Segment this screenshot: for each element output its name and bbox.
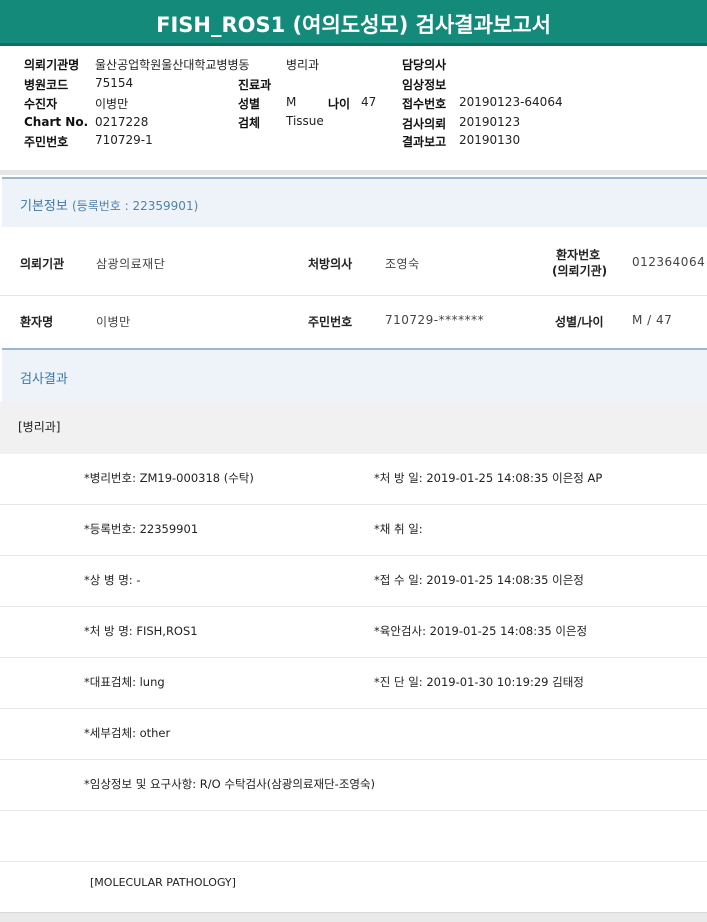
report-label: 결과보고 bbox=[402, 135, 447, 149]
sexage-value: M / 47 bbox=[632, 313, 673, 327]
hosp-code-value: 75154 bbox=[95, 76, 134, 90]
molecular-pathology-label: [MOLECULAR PATHOLOGY] bbox=[90, 876, 236, 889]
dept-label: 진료과 bbox=[238, 78, 272, 92]
chart-value: 0217228 bbox=[95, 115, 149, 129]
basic-info-header: 기본정보 (등록번호 : 22359901) bbox=[2, 177, 707, 227]
result-left: *병리번호: ZM19-000318 (수탁) bbox=[84, 471, 254, 485]
pid-sublabel: (의뢰기관) bbox=[552, 264, 608, 278]
collector-value: 이병만 bbox=[95, 97, 129, 111]
sexage-label: 성별/나이 bbox=[555, 315, 604, 329]
result-left: *등록번호: 22359901 bbox=[84, 522, 199, 536]
req-inst-label: 의뢰기관명 bbox=[24, 58, 80, 72]
inst-value: 삼광의료재단 bbox=[96, 257, 166, 271]
sex-value: M bbox=[286, 95, 297, 109]
req-inst-value: 울산공업학원울산대학교병병동 bbox=[95, 58, 250, 72]
presc-label: 처방의사 bbox=[308, 257, 353, 271]
results-dept-label: [병리과] bbox=[18, 420, 61, 434]
chart-label: Chart No. bbox=[24, 115, 89, 129]
req-date-value: 20190123 bbox=[459, 115, 521, 129]
result-right: *진 단 일: 2019-01-30 10:19:29 김태정 bbox=[374, 675, 584, 689]
presc-value: 조영숙 bbox=[385, 257, 420, 271]
result-left: *세부검체: other bbox=[84, 726, 171, 740]
receipt-label: 접수번호 bbox=[402, 97, 447, 111]
result-row: *세부검체: other bbox=[0, 709, 707, 760]
inst-label: 의뢰기관 bbox=[20, 257, 65, 271]
result-row: *처 방 명: FISH,ROS1 *육안검사: 2019-01-25 14:0… bbox=[0, 607, 707, 658]
report-value: 20190130 bbox=[459, 133, 521, 147]
receipt-value: 20190123-64064 bbox=[459, 95, 563, 109]
result-left: *임상정보 및 요구사항: R/O 수탁검사(삼광의료재단-조영숙) bbox=[84, 777, 376, 791]
rrn-label: 주민번호 bbox=[24, 135, 69, 149]
doctor-label: 담당의사 bbox=[402, 58, 447, 72]
age-label: 나이 bbox=[328, 97, 351, 111]
result-left: *대표검체: lung bbox=[84, 675, 165, 689]
specimen-value: Tissue bbox=[286, 114, 324, 128]
header-info: 의뢰기관명 울산공업학원울산대학교병병동 병리과 담당의사 병원코드 75154… bbox=[0, 52, 707, 172]
results-header: 검사결과 bbox=[2, 348, 707, 402]
report-title: FISH_ROS1 (여의도성모) 검사결과보고서 bbox=[0, 0, 707, 46]
basic-info-title: 기본정보 (등록번호 : 22359901) bbox=[20, 195, 198, 214]
result-right: *접 수 일: 2019-01-25 14:08:35 이은정 bbox=[374, 573, 584, 587]
result-row bbox=[0, 811, 707, 862]
result-row: *임상정보 및 요구사항: R/O 수탁검사(삼광의료재단-조영숙) bbox=[0, 760, 707, 811]
result-right: *채 취 일: bbox=[374, 522, 423, 536]
clinical-label: 임상정보 bbox=[402, 78, 447, 92]
collector-label: 수진자 bbox=[24, 97, 58, 111]
specimen-label: 검체 bbox=[238, 116, 261, 130]
rrn-value: 710729-1 bbox=[95, 133, 153, 147]
result-left: *처 방 명: FISH,ROS1 bbox=[84, 624, 198, 638]
results-title: 검사결과 bbox=[20, 372, 68, 387]
req-date-label: 검사의뢰 bbox=[402, 117, 447, 131]
dept-value: 병리과 bbox=[286, 58, 320, 72]
result-right: *처 방 일: 2019-01-25 14:08:35 이은정 AP bbox=[374, 471, 603, 485]
result-row: *병리번호: ZM19-000318 (수탁) *처 방 일: 2019-01-… bbox=[0, 454, 707, 505]
name-value: 이병만 bbox=[96, 315, 131, 329]
result-left: *상 병 명: - bbox=[84, 573, 141, 587]
bottom-bar bbox=[0, 912, 707, 922]
name-label: 환자명 bbox=[20, 315, 54, 329]
basic-rrn-label: 주민번호 bbox=[308, 315, 353, 329]
result-row: *대표검체: lung *진 단 일: 2019-01-30 10:19:29 … bbox=[0, 658, 707, 709]
basic-row-1: 의뢰기관 삼광의료재단 처방의사 조영숙 환자번호 (의뢰기관) 0123640… bbox=[0, 227, 707, 296]
result-right: *육안검사: 2019-01-25 14:08:35 이은정 bbox=[374, 624, 588, 638]
registration-number: (등록번호 : 22359901) bbox=[71, 199, 199, 213]
results-dept-row: [병리과] bbox=[0, 402, 707, 454]
age-value: 47 bbox=[361, 95, 377, 109]
pid-label: 환자번호 bbox=[556, 248, 601, 262]
sex-label: 성별 bbox=[238, 97, 261, 111]
result-row: *상 병 명: - *접 수 일: 2019-01-25 14:08:35 이은… bbox=[0, 556, 707, 607]
pid-value: 012364064 bbox=[632, 255, 706, 269]
basic-info-title-text: 기본정보 bbox=[20, 199, 68, 214]
basic-row-2: 환자명 이병만 주민번호 710729-******* 성별/나이 M / 47 bbox=[0, 296, 707, 348]
result-row: *등록번호: 22359901 *채 취 일: bbox=[0, 505, 707, 556]
header-separator bbox=[0, 170, 707, 175]
basic-rrn-value: 710729-******* bbox=[385, 313, 485, 327]
hosp-code-label: 병원코드 bbox=[24, 78, 69, 92]
